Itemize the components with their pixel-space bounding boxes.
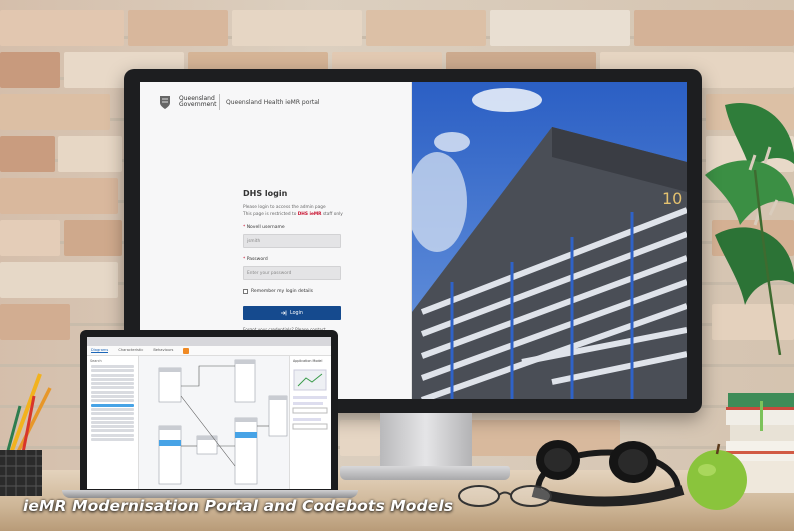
list-item[interactable] bbox=[91, 429, 134, 433]
remember-label: Remember my login details bbox=[251, 289, 313, 294]
properties-content bbox=[292, 369, 328, 430]
username-input[interactable]: jsmith bbox=[243, 234, 341, 248]
list-item[interactable] bbox=[91, 369, 134, 373]
model-sidebar: Search bbox=[87, 356, 139, 489]
monstera-plant-icon bbox=[705, 103, 794, 355]
eyeglasses-icon bbox=[458, 485, 552, 507]
list-item[interactable] bbox=[91, 433, 134, 437]
brand-name: Queensland Government bbox=[179, 95, 217, 108]
list-item[interactable] bbox=[91, 407, 134, 411]
list-item[interactable] bbox=[91, 395, 134, 399]
list-item[interactable] bbox=[91, 386, 134, 390]
queensland-crest-icon bbox=[160, 96, 170, 109]
tab-characteristic[interactable]: Characteristic bbox=[118, 348, 143, 353]
list-item[interactable] bbox=[91, 365, 134, 368]
list-item[interactable] bbox=[91, 390, 134, 394]
password-label: * Password bbox=[243, 257, 268, 262]
list-item[interactable] bbox=[91, 438, 134, 442]
building-photo: 10 bbox=[412, 82, 687, 399]
username-label: * Novell username bbox=[243, 225, 285, 230]
entity-diagram-canvas[interactable] bbox=[139, 356, 289, 489]
list-item[interactable] bbox=[91, 412, 134, 416]
list-item[interactable] bbox=[91, 382, 134, 386]
properties-title: Application Model bbox=[293, 359, 323, 363]
add-icon[interactable] bbox=[183, 348, 190, 354]
image-caption: ieMR Modernisation Portal and Codebots M… bbox=[23, 497, 454, 515]
browser-tab-bar bbox=[87, 337, 331, 346]
model-toolbar: Diagrams Characteristic Behaviours bbox=[87, 346, 331, 356]
sidebar-search[interactable]: Search bbox=[90, 359, 135, 363]
brand-divider bbox=[219, 94, 220, 110]
login-button[interactable]: Login bbox=[243, 306, 341, 320]
list-item[interactable] bbox=[91, 377, 134, 381]
building-number: 10 bbox=[662, 189, 682, 208]
list-item[interactable] bbox=[91, 420, 134, 424]
login-title: DHS login bbox=[243, 189, 288, 198]
properties-panel: Application Model bbox=[289, 356, 331, 489]
brand-header: Queensland Government Queensland Health … bbox=[157, 94, 320, 110]
pencil-cup-icon bbox=[0, 373, 52, 496]
password-input[interactable]: Enter your password bbox=[243, 266, 341, 280]
login-arrow-icon bbox=[281, 310, 287, 316]
portal-title: Queensland Health ieMR portal bbox=[226, 98, 320, 106]
laptop: Diagrams Characteristic Behaviours Searc… bbox=[80, 330, 338, 492]
list-item[interactable] bbox=[91, 416, 134, 420]
login-intro: Please login to access the admin page Th… bbox=[243, 205, 343, 217]
list-item-selected[interactable] bbox=[91, 403, 134, 407]
list-item[interactable] bbox=[91, 425, 134, 429]
monitor-stand-foot bbox=[340, 466, 510, 480]
laptop-screen: Diagrams Characteristic Behaviours Searc… bbox=[87, 337, 331, 489]
tab-behaviours[interactable]: Behaviours bbox=[153, 348, 173, 353]
list-item[interactable] bbox=[91, 399, 134, 403]
remember-me[interactable]: Remember my login details bbox=[243, 289, 313, 294]
green-apple-icon bbox=[687, 443, 747, 510]
list-item[interactable] bbox=[91, 373, 134, 377]
remember-checkbox[interactable] bbox=[243, 289, 248, 294]
tab-diagrams[interactable]: Diagrams bbox=[91, 348, 109, 353]
